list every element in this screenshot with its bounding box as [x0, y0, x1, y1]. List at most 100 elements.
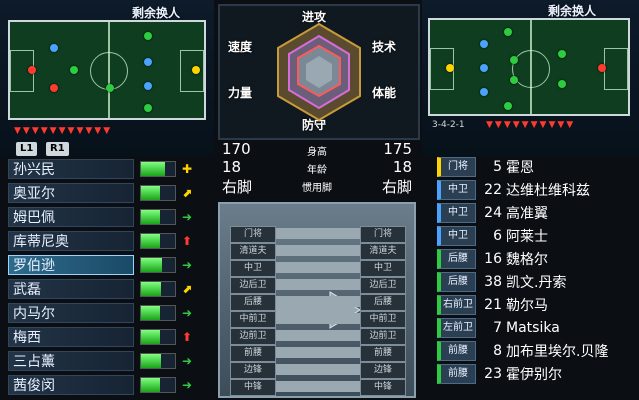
left-team-panel: 剩余换人 ▼▼▼▼▼▼▼▼▼▼▼ L1 R1	[0, 0, 214, 156]
position-row: 中前卫 中前卫	[230, 311, 406, 328]
subs-remaining-label-right: 剩余换人	[548, 4, 597, 18]
player-position: 前腰	[437, 364, 476, 384]
player-marker	[504, 28, 512, 36]
player-marker	[28, 66, 36, 74]
player-marker	[144, 58, 152, 66]
player-name: 罗伯逊	[8, 255, 134, 275]
right-player-row[interactable]: 后腰 16 魏格尔	[437, 248, 633, 270]
position-row: 边后卫 边后卫	[230, 277, 406, 294]
player-marker	[598, 64, 606, 72]
right-player-row[interactable]: 前腰 8 加布里埃尔.贝隆	[437, 340, 633, 362]
position-row: 后腰 后腰	[230, 294, 406, 311]
player-position: 前腰	[437, 341, 476, 361]
right-team-panel: 剩余换人 3-4-2-1 ▼▼▼▼▼▼▼▼▼▼	[422, 0, 639, 156]
player-name: 凯文.丹索	[506, 275, 567, 291]
player-name: 奥亚尔	[8, 183, 134, 203]
position-cell-right: 边前卫	[360, 328, 406, 345]
player-marker	[480, 64, 488, 72]
radar-graph	[277, 22, 361, 122]
condition-right-icon: ➜	[181, 306, 193, 320]
position-cell-left: 中卫	[230, 260, 276, 277]
position-cell-right: 清道夫	[360, 243, 406, 260]
position-row: 门将 门将	[230, 226, 406, 243]
bench-markers-row-right: ▼▼▼▼▼▼▼▼▼▼	[486, 120, 576, 130]
position-cell-left: 清道夫	[230, 243, 276, 260]
stamina-bar	[140, 329, 176, 345]
position-cell-right: 前腰	[360, 345, 406, 362]
position-cell-left: 中锋	[230, 379, 276, 396]
position-cell-right: 边锋	[360, 362, 406, 379]
condition-plus-icon: ✚	[181, 162, 193, 176]
left-player-row[interactable]: 奥亚尔 ⬈	[8, 182, 206, 204]
player-position: 左前卫	[437, 318, 476, 338]
left-player-row[interactable]: 梅西 ⬆	[8, 326, 206, 348]
right-player-row[interactable]: 门将 5 霍恩	[437, 156, 633, 178]
player-marker	[510, 56, 518, 64]
condition-right-icon: ➜	[181, 378, 193, 392]
player-marker	[480, 88, 488, 96]
right-player-row[interactable]: 前腰 23 霍伊别尔	[437, 363, 633, 385]
left-player-row[interactable]: 武磊 ⬈	[8, 278, 206, 300]
position-cell-right: 门将	[360, 226, 406, 243]
position-row: 边前卫 边前卫	[230, 328, 406, 345]
position-strip	[276, 279, 360, 290]
left-player-row[interactable]: 罗伯逊 ➜	[8, 254, 206, 276]
position-cell-left: 边锋	[230, 362, 276, 379]
player-name: 三占薰	[8, 351, 134, 371]
left-player-row[interactable]: 茜俊闵 ➜	[8, 374, 206, 396]
left-player-row[interactable]: 姆巴佩 ➜	[8, 206, 206, 228]
player-name: 梅西	[8, 327, 134, 347]
player-name: 武磊	[8, 279, 134, 299]
player-position: 门将	[437, 157, 476, 177]
left-player-row[interactable]: 内马尔 ➜	[8, 302, 206, 324]
compare-row: 18 年龄 18	[218, 158, 416, 176]
player-number: 24	[484, 205, 502, 221]
player-number: 8	[493, 343, 502, 359]
position-row: 中卫 中卫	[230, 260, 406, 277]
right-player-row[interactable]: 右前卫 21 勒尔马	[437, 294, 633, 316]
condition-right-icon: ➜	[181, 210, 193, 224]
player-name: 达维杜维科兹	[506, 183, 590, 199]
stamina-bar	[140, 233, 176, 249]
player-marker	[144, 32, 152, 40]
player-number: 21	[484, 297, 502, 313]
l1-button[interactable]: L1	[16, 142, 38, 156]
player-marker	[144, 82, 152, 90]
left-player-row[interactable]: 孙兴民 ✚	[8, 158, 206, 180]
right-player-row[interactable]: 中卫 22 达维杜维科兹	[437, 179, 633, 201]
player-name: 姆巴佩	[8, 207, 134, 227]
left-player-list: 孙兴民 ✚ 奥亚尔 ⬈ 姆巴佩 ➜ 库蒂尼奥 ⬆ 罗伯逊 ➜ 武磊 ⬈ 内马尔 ➜ 梅西 ⬆ 三占薰 ➜ 茜俊闵 ➜	[8, 158, 206, 398]
stamina-bar	[140, 209, 176, 225]
left-player-row[interactable]: 三占薰 ➜	[8, 350, 206, 372]
player-number: 5	[493, 159, 502, 175]
compare-right-value: 175	[383, 140, 412, 158]
player-name: 孙兴民	[8, 159, 134, 179]
player-marker	[50, 44, 58, 52]
stamina-bar	[140, 353, 176, 369]
stamina-bar	[140, 305, 176, 321]
condition-up-icon: ⬆	[181, 234, 193, 248]
right-formation-field[interactable]	[428, 18, 630, 116]
right-player-row[interactable]: 左前卫 7 Matsika	[437, 317, 633, 339]
player-position: 中卫	[437, 180, 476, 200]
left-player-row[interactable]: 库蒂尼奥 ⬆	[8, 230, 206, 252]
left-formation-field[interactable]	[8, 20, 206, 120]
position-cell-right: 中卫	[360, 260, 406, 277]
player-name: 内马尔	[8, 303, 134, 323]
right-player-row[interactable]: 后腰 38 凯文.丹索	[437, 271, 633, 293]
player-marker	[106, 84, 114, 92]
position-cell-left: 前腰	[230, 345, 276, 362]
player-name: Matsika	[506, 320, 560, 336]
r1-button[interactable]: R1	[46, 142, 69, 156]
player-marker	[50, 84, 58, 92]
right-player-row[interactable]: 中卫 24 高准翼	[437, 202, 633, 224]
player-name: 阿莱士	[506, 229, 548, 245]
player-marker	[504, 102, 512, 110]
right-player-row[interactable]: 中卫 6 阿莱士	[437, 225, 633, 247]
stamina-bar	[140, 161, 176, 177]
player-marker	[510, 76, 518, 84]
position-strip	[276, 313, 360, 324]
position-cell-left: 中前卫	[230, 311, 276, 328]
position-row: 前腰 前腰	[230, 345, 406, 362]
player-name: 魏格尔	[506, 252, 548, 268]
